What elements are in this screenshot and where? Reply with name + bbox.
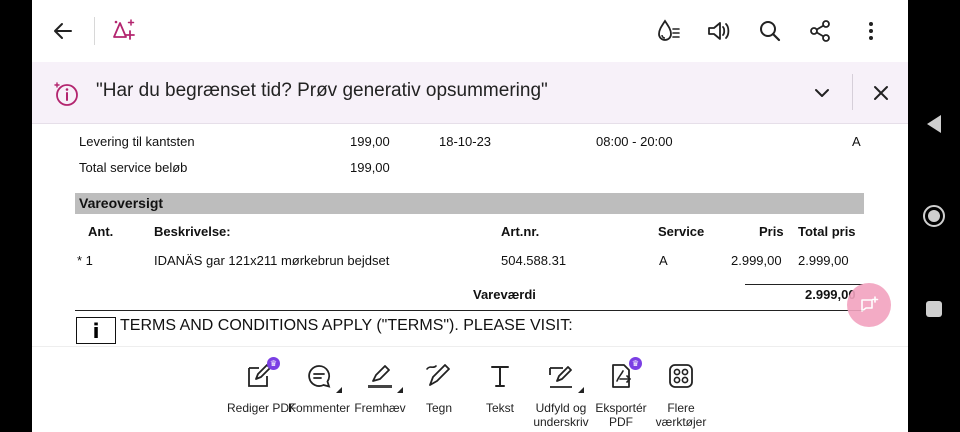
close-icon <box>874 86 888 100</box>
edit-pdf-icon: ♛ <box>244 357 280 391</box>
comment-add-icon <box>861 296 879 312</box>
tool-text[interactable]: Tekst <box>468 361 532 415</box>
header-service: Service <box>658 224 705 239</box>
pdf-document-page[interactable]: Levering til kantsten 199,00 18-10-23 08… <box>32 124 908 346</box>
floating-action-button[interactable] <box>847 283 891 327</box>
header-total-price: Total pris <box>798 224 856 239</box>
draw-icon <box>424 361 454 391</box>
speaker-icon <box>708 22 730 40</box>
generative-summary-banner: "Har du begrænset tid? Prøv generativ op… <box>32 62 908 124</box>
search-icon <box>760 21 781 42</box>
expand-caret-icon <box>578 387 584 393</box>
item-description: IDANÄS gar 121x211 mørkebrun bejdset <box>154 253 390 268</box>
terms-text: TERMS AND CONDITIONS APPLY ("TERMS"). PL… <box>120 317 573 334</box>
section-end-rule <box>75 310 864 311</box>
liquid-mode-icon <box>658 19 680 41</box>
toolbar-divider <box>94 17 95 45</box>
banner-divider <box>852 74 853 110</box>
info-symbol-box: i <box>76 317 116 344</box>
tool-label: Eksportér PDF <box>595 401 647 429</box>
more-options-button[interactable] <box>853 13 889 49</box>
ai-info-icon <box>54 82 78 106</box>
back-button[interactable] <box>45 13 81 49</box>
item-quantity: * 1 <box>77 253 93 268</box>
item-price: 2.999,00 <box>731 253 782 268</box>
nav-back-icon <box>927 115 941 133</box>
header-ant: Ant. <box>88 224 114 239</box>
liquid-mode-button[interactable] <box>650 13 686 49</box>
arrow-left-icon <box>54 23 72 39</box>
tool-label: Fremhæv <box>354 401 406 415</box>
read-aloud-button[interactable] <box>701 13 737 49</box>
highlight-icon <box>365 361 403 393</box>
nav-recents-icon <box>926 301 942 317</box>
section-header-bar: Vareoversigt <box>75 193 864 214</box>
banner-expand-button[interactable] <box>804 75 840 111</box>
banner-text: "Har du begrænset tid? Prøv generativ op… <box>96 80 548 101</box>
nav-recents-button[interactable] <box>920 295 948 323</box>
tool-highlight[interactable]: Fremhæv <box>348 361 412 415</box>
value-label: Vareværdi <box>473 287 536 302</box>
subtotal-rule <box>745 284 863 285</box>
banner-close-button[interactable] <box>863 75 899 111</box>
tool-label: Rediger PDF <box>227 401 297 415</box>
pdf-viewer-app: "Har du begrænset tid? Prøv generativ op… <box>32 0 908 432</box>
comment-icon <box>304 361 342 393</box>
tool-label: Tekst <box>485 401 514 415</box>
export-pdf-icon: ♛ <box>606 357 642 391</box>
tool-label: Flere værktøjer <box>655 401 707 429</box>
bottom-tools-bar: ♛ Rediger PDF Kommenter Fremhæv Tegn Tek… <box>32 346 908 432</box>
header-price: Pris <box>759 224 784 239</box>
premium-badge-icon: ♛ <box>629 357 642 370</box>
top-toolbar <box>32 0 908 62</box>
search-button[interactable] <box>752 13 788 49</box>
item-service: A <box>659 253 668 268</box>
section-title: Vareoversigt <box>79 195 164 211</box>
tool-label: Tegn <box>425 401 453 415</box>
more-tools-icon <box>666 361 696 391</box>
service-total-amount: 199,00 <box>350 160 390 175</box>
service-row-date: 18-10-23 <box>439 134 492 149</box>
nav-home-button[interactable] <box>920 202 948 230</box>
share-button[interactable] <box>802 13 838 49</box>
tool-label: Udfyld og underskriv <box>533 401 589 429</box>
text-icon <box>485 361 515 391</box>
service-row-amount: 199,00 <box>350 134 390 149</box>
item-total-price: 2.999,00 <box>798 253 849 268</box>
tool-comment[interactable]: Kommenter <box>287 361 351 415</box>
tool-draw[interactable]: Tegn <box>407 361 471 415</box>
service-total-label: Total service beløb <box>79 160 188 175</box>
expand-caret-icon <box>397 387 403 393</box>
service-row-desc: Levering til kantsten <box>79 134 195 149</box>
share-icon <box>810 20 830 42</box>
service-row-code: A <box>852 134 861 149</box>
nav-home-icon <box>923 205 945 227</box>
ai-sparkle-icon <box>113 19 135 40</box>
header-description: Beskrivelse: <box>154 224 231 239</box>
tool-label: Kommenter <box>287 401 351 415</box>
tool-edit-pdf[interactable]: ♛ Rediger PDF <box>227 357 297 415</box>
fill-sign-icon <box>546 361 584 393</box>
premium-badge-icon: ♛ <box>267 357 280 370</box>
ai-assistant-button[interactable] <box>106 13 142 49</box>
item-artnr: 504.588.31 <box>501 253 567 268</box>
header-artnr: Art.nr. <box>501 224 540 239</box>
service-row-time: 08:00 - 20:00 <box>596 134 673 149</box>
tool-export-pdf[interactable]: ♛ Eksportér PDF <box>589 357 653 429</box>
expand-caret-icon <box>336 387 342 393</box>
tool-more-tools[interactable]: Flere værktøjer <box>649 361 713 429</box>
tool-fill-sign[interactable]: Udfyld og underskriv <box>529 361 593 429</box>
more-vertical-icon <box>869 22 873 40</box>
info-symbol: i <box>92 318 100 343</box>
nav-back-button[interactable] <box>920 110 948 138</box>
chevron-down-icon <box>815 89 829 97</box>
